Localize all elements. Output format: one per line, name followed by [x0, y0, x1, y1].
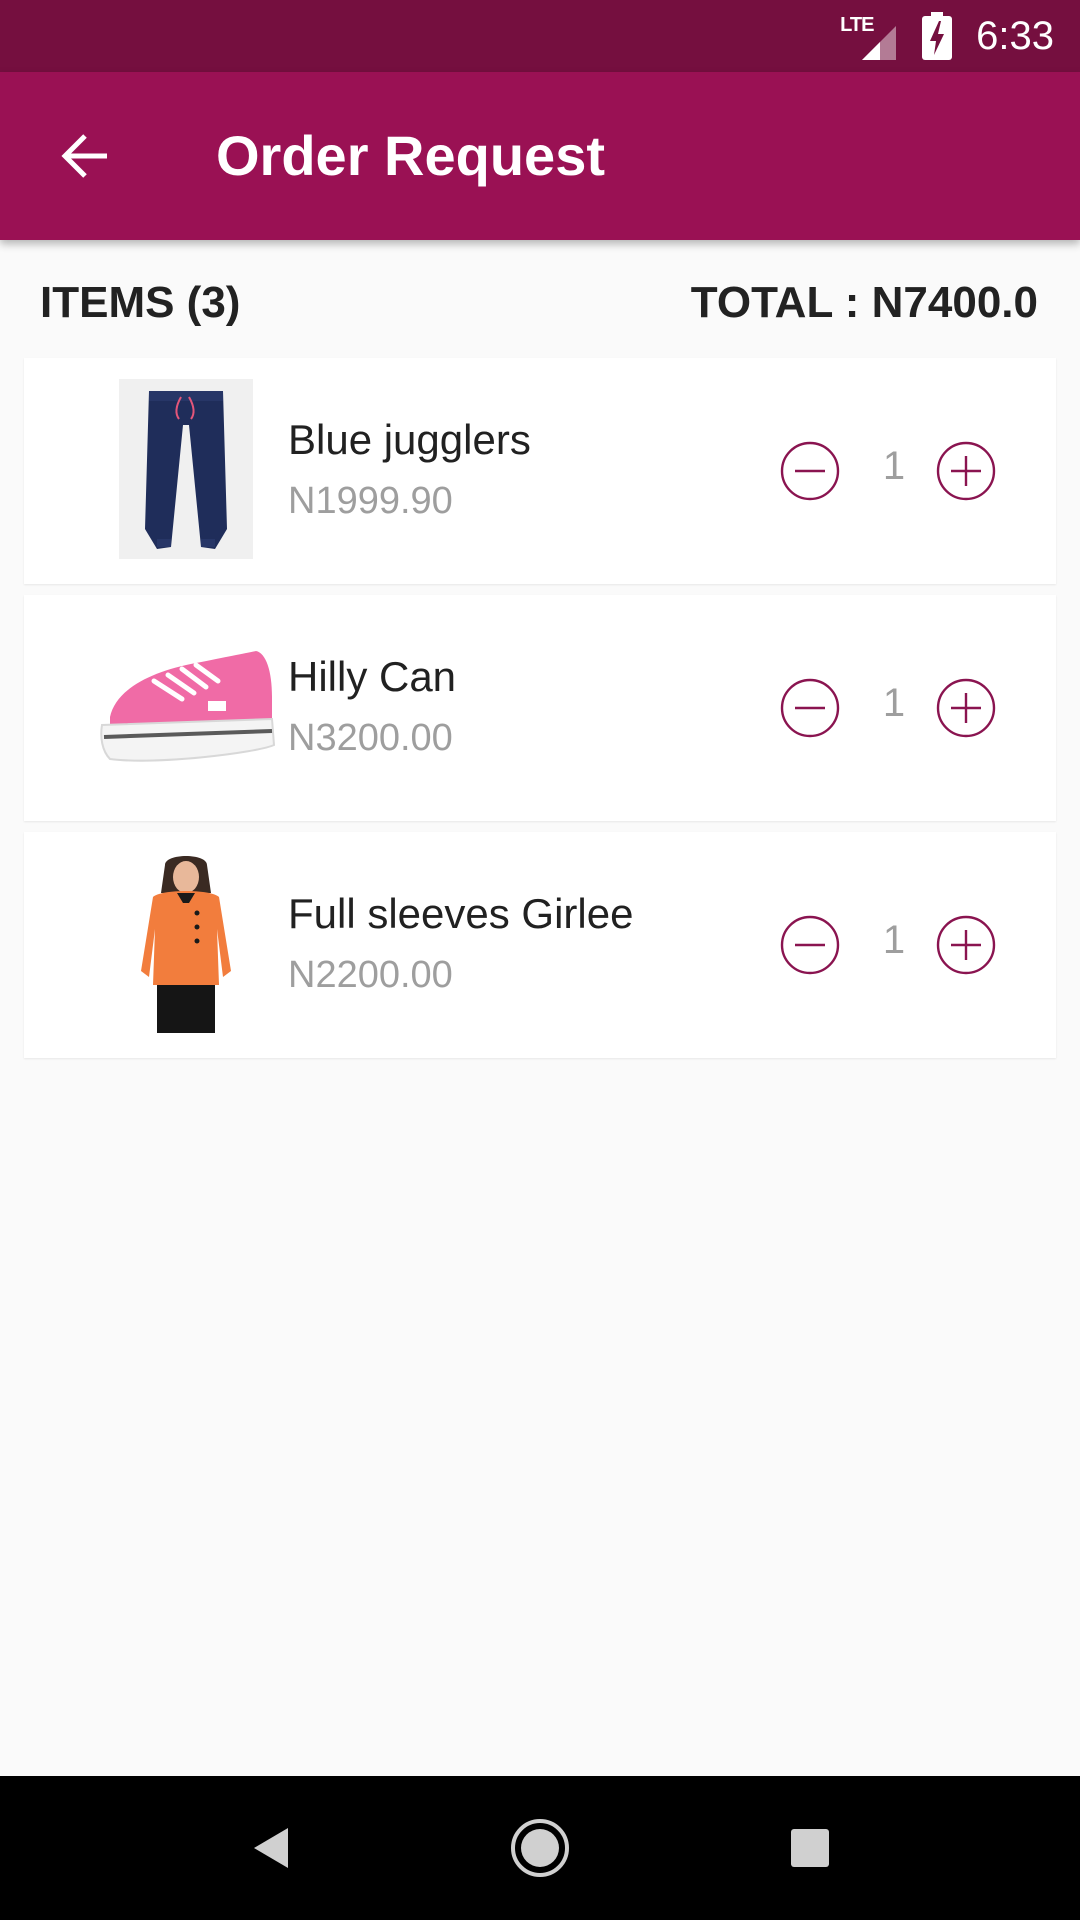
arrow-back-icon — [61, 134, 107, 178]
plus-circle-icon[interactable] — [936, 678, 996, 738]
page-title: Order Request — [216, 124, 605, 187]
minus-circle-icon[interactable] — [780, 915, 840, 975]
cart-item: Hilly Can N3200.00 1 — [24, 595, 1056, 821]
product-price: N1999.90 — [288, 480, 453, 522]
triangle-back-icon[interactable] — [238, 1816, 302, 1880]
product-name: Blue jugglers — [288, 416, 531, 463]
status-bar: LTE 6:33 — [0, 0, 1080, 72]
quantity-value: 1 — [882, 444, 906, 488]
product-name: Hilly Can — [288, 653, 457, 700]
system-nav-bar — [0, 1776, 1080, 1920]
plus-circle-icon[interactable] — [936, 915, 996, 975]
product-name: Full sleeves Girlee — [288, 890, 634, 937]
order-summary: ITEMS (3) TOTAL : N7400.0 — [40, 272, 1038, 338]
plus-circle-icon[interactable] — [936, 441, 996, 501]
quantity-value: 1 — [882, 681, 906, 725]
product-image[interactable] — [94, 378, 278, 560]
quantity-value: 1 — [882, 918, 906, 962]
product-price: N3200.00 — [288, 717, 453, 759]
square-recents-icon[interactable] — [778, 1816, 842, 1880]
minus-circle-icon[interactable] — [780, 441, 840, 501]
minus-circle-icon[interactable] — [780, 678, 840, 738]
circle-home-icon[interactable] — [508, 1816, 572, 1880]
pink-sneaker-image — [100, 651, 276, 762]
back-button[interactable] — [42, 112, 130, 200]
cart-item: Full sleeves Girlee N2200.00 1 — [24, 832, 1056, 1058]
product-image[interactable] — [94, 615, 278, 797]
items-count: ITEMS (3) — [40, 278, 241, 327]
lte-signal-icon: LTE — [840, 12, 897, 60]
product-price: N2200.00 — [288, 954, 453, 996]
product-image[interactable] — [94, 852, 278, 1034]
order-total: TOTAL : N7400.0 — [690, 278, 1038, 327]
clock: 6:33 — [976, 13, 1054, 58]
battery-charging-icon — [922, 12, 953, 60]
app-bar: Order Request — [0, 72, 1080, 240]
orange-top-image — [141, 856, 231, 1033]
cart-item: Blue jugglers N1999.90 1 — [24, 358, 1056, 584]
navy-joggers-image — [119, 379, 253, 559]
